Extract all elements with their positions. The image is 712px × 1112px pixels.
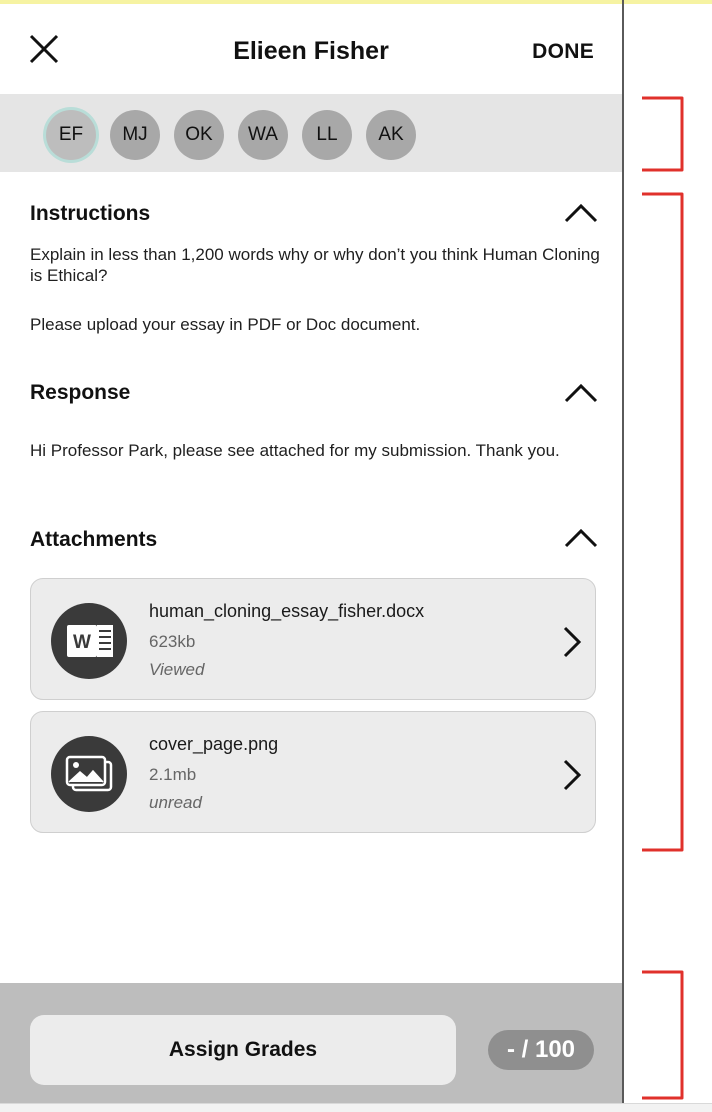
header-bar: Elieen Fisher DONE xyxy=(0,4,622,94)
attachment-size: 623kb xyxy=(149,632,196,651)
attachment-filename: human_cloning_essay_fisher.docx xyxy=(149,601,425,621)
frame-bottom xyxy=(0,1103,712,1112)
attachments-heading: Attachments xyxy=(30,528,158,551)
attachment-card[interactable]: W human_cloning_essay_fisher.docx 623kb … xyxy=(30,578,596,700)
attachment-status: unread xyxy=(149,793,202,812)
student-avatar-mj[interactable]: MJ xyxy=(110,110,160,160)
chevron-up-icon[interactable] xyxy=(563,382,599,404)
attachment-filename: cover_page.png xyxy=(149,734,279,754)
response-heading: Response xyxy=(30,381,131,404)
student-avatar-ak[interactable]: AK xyxy=(366,110,416,160)
student-avatar-ef[interactable]: EF xyxy=(46,110,96,160)
chevron-right-icon xyxy=(561,625,583,659)
attachment-card[interactable]: cover_page.png 2.1mb unread xyxy=(30,711,596,833)
attachment-status: Viewed xyxy=(149,660,205,679)
done-button[interactable]: DONE xyxy=(532,40,594,64)
instructions-heading: Instructions xyxy=(30,202,151,225)
score-badge: - / 100 xyxy=(488,1030,594,1070)
frame-divider xyxy=(622,0,624,1103)
grading-screen: Elieen Fisher DONE EF MJ OK WA LL AK Ins… xyxy=(0,4,622,1103)
annotation-bracket xyxy=(642,96,684,172)
chevron-up-icon[interactable] xyxy=(563,202,599,224)
attachment-size: 2.1mb xyxy=(149,765,197,784)
image-file-icon xyxy=(51,736,127,812)
chevron-right-icon xyxy=(561,758,583,792)
instructions-note: Please upload your essay in PDF or Doc d… xyxy=(30,315,421,334)
annotation-bracket xyxy=(642,192,684,852)
svg-text:W: W xyxy=(73,632,91,653)
response-text: Hi Professor Park, please see attached f… xyxy=(30,441,560,460)
chevron-up-icon[interactable] xyxy=(563,527,599,549)
student-avatar-ok[interactable]: OK xyxy=(174,110,224,160)
word-document-icon: W xyxy=(51,603,127,679)
footer-bar: Assign Grades - / 100 xyxy=(0,983,622,1103)
annotation-bracket xyxy=(642,970,684,1100)
instructions-text: Explain in less than 1,200 words why or … xyxy=(30,245,600,285)
student-avatar-ll[interactable]: LL xyxy=(302,110,352,160)
assign-grades-button[interactable]: Assign Grades xyxy=(30,1015,456,1085)
student-avatar-wa[interactable]: WA xyxy=(238,110,288,160)
page-title: Elieen Fisher xyxy=(233,37,389,65)
close-icon[interactable] xyxy=(26,31,62,67)
student-selector: EF MJ OK WA LL AK xyxy=(0,94,622,172)
